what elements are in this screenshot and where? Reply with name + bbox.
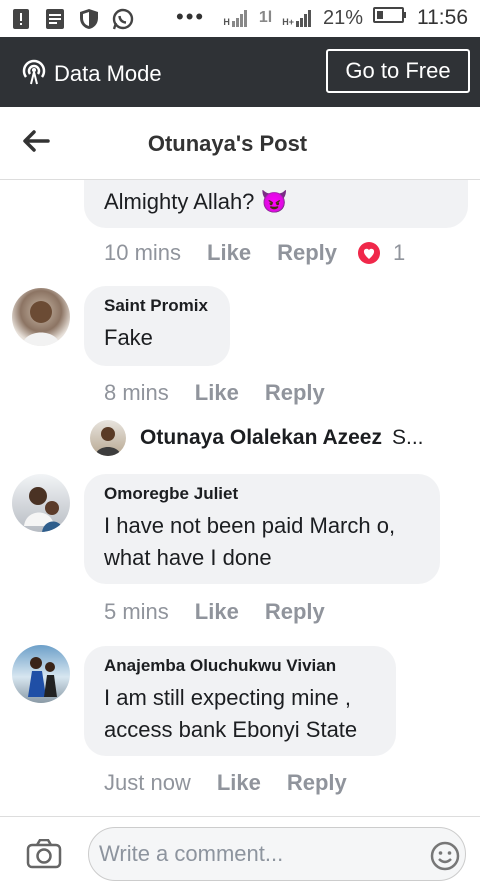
shield-icon xyxy=(78,8,100,30)
reply-button[interactable]: Reply xyxy=(265,599,325,625)
signal-bars-icon xyxy=(295,10,311,27)
reply-author-name[interactable]: Otunaya Olalekan Azeez xyxy=(140,426,382,450)
document-icon xyxy=(44,8,66,30)
data-mode-bar: Data Mode Go to Free xyxy=(0,37,480,107)
page-title: Otunaya's Post xyxy=(147,131,308,156)
comment-text: Almighty Allah? 😈 xyxy=(104,189,288,214)
comment-text-line-1: I have not been paid March o, xyxy=(104,513,396,538)
reaction-count: 1 xyxy=(393,240,406,265)
like-button[interactable]: Like xyxy=(207,240,251,266)
commenter-name[interactable]: Omoregbe Juliet xyxy=(104,484,420,504)
reply-button[interactable]: Reply xyxy=(265,380,325,406)
avatar[interactable] xyxy=(90,420,126,456)
signal-3-label: H+ xyxy=(282,17,294,27)
commenter-name[interactable]: Saint Promix xyxy=(104,296,210,316)
avatar[interactable] xyxy=(12,645,70,703)
comment-actions: Just now Like Reply xyxy=(104,770,347,796)
signal-1-label: H xyxy=(223,17,230,27)
love-reaction-icon[interactable] xyxy=(357,241,381,265)
commenter-name[interactable]: Anajemba Oluchukwu Vivian xyxy=(104,656,376,676)
data-mode-icon xyxy=(22,59,46,90)
comment-text: Fake xyxy=(104,325,153,350)
signal-3: H+ xyxy=(282,9,313,27)
like-button[interactable]: Like xyxy=(217,770,261,796)
comment-actions: 8 mins Like Reply xyxy=(104,380,325,406)
battery-percent: 21% xyxy=(322,6,363,29)
emoji-icon[interactable] xyxy=(430,841,460,876)
comment-bubble[interactable]: Anajemba Oluchukwu Vivian I am still exp… xyxy=(84,646,396,756)
camera-icon[interactable] xyxy=(26,838,62,874)
status-icons-right: H 1l H+ 21% 11:56 xyxy=(223,6,468,30)
comment-time: 8 mins xyxy=(104,380,169,405)
comment-text-line-1: I am still expecting mine , xyxy=(104,685,351,710)
alert-icon xyxy=(10,8,32,30)
status-bar: ••• H 1l H+ 21% 11:56 xyxy=(0,0,480,37)
signal-1: H xyxy=(223,9,249,27)
comment-text-line-2: access bank Ebonyi State xyxy=(104,717,358,742)
comment-time: 5 mins xyxy=(104,599,169,624)
like-button[interactable]: Like xyxy=(195,380,239,406)
battery-icon xyxy=(373,6,407,30)
comments-feed[interactable]: Almighty Allah? 😈 10 mins Like Reply 1 S… xyxy=(0,180,480,816)
post-header: Otunaya's Post xyxy=(0,107,480,180)
avatar[interactable] xyxy=(12,474,70,532)
comment-input[interactable]: Write a comment... xyxy=(88,827,466,881)
signal-2-label: 1l xyxy=(258,9,273,26)
comment-bubble[interactable]: Omoregbe Juliet I have not been paid Mar… xyxy=(84,474,440,584)
data-mode-label: Data Mode xyxy=(54,61,162,86)
reply-preview[interactable]: Otunaya Olalekan Azeez S... xyxy=(90,420,424,456)
reply-snippet: S... xyxy=(391,426,424,449)
avatar[interactable] xyxy=(12,288,70,346)
comment-time: Just now xyxy=(104,770,191,795)
status-icons-left xyxy=(10,8,134,30)
signal-bars-icon xyxy=(231,10,247,27)
comment-composer: Write a comment... xyxy=(0,816,480,892)
clock: 11:56 xyxy=(417,6,468,29)
comment-actions: 5 mins Like Reply xyxy=(104,599,325,625)
go-to-free-button[interactable]: Go to Free xyxy=(326,49,470,93)
more-notifications-indicator: ••• xyxy=(176,4,206,29)
comment-actions: 10 mins Like Reply 1 xyxy=(104,240,405,266)
comment-time: 10 mins xyxy=(104,240,182,265)
comment-bubble[interactable]: Saint Promix Fake xyxy=(84,286,230,366)
comment-bubble[interactable]: Almighty Allah? 😈 xyxy=(84,180,468,228)
comment-text-line-2: what have I done xyxy=(104,545,272,570)
whatsapp-icon xyxy=(112,8,134,30)
like-button[interactable]: Like xyxy=(195,599,239,625)
reply-button[interactable]: Reply xyxy=(277,240,337,266)
reply-button[interactable]: Reply xyxy=(287,770,347,796)
